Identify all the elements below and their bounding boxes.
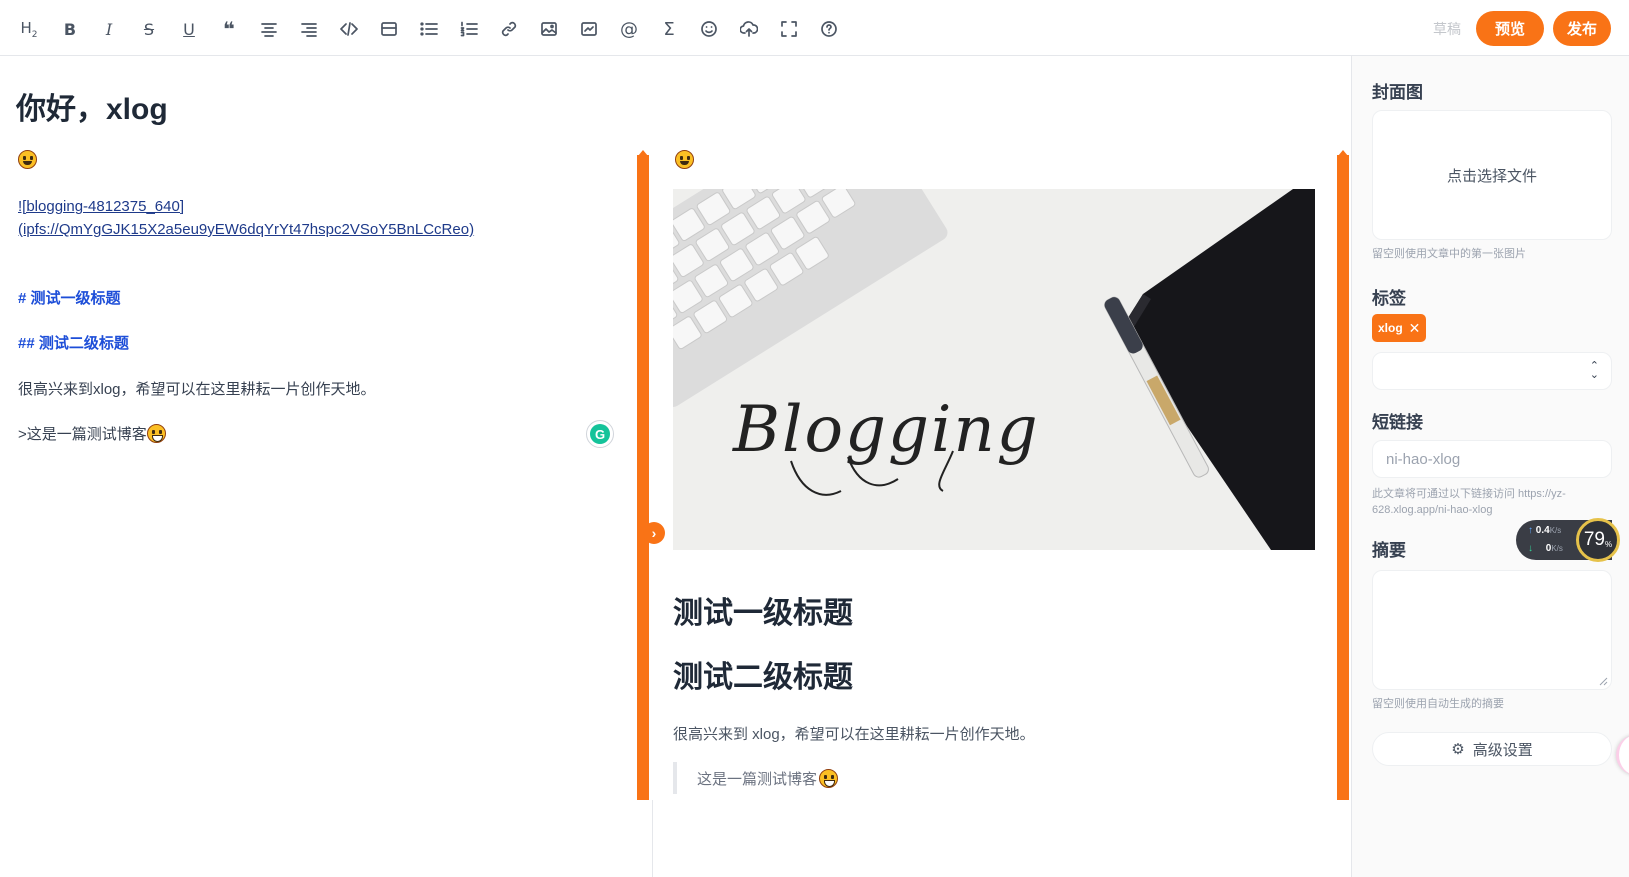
post-settings-sidebar: 封面图 点击选择文件 留空则使用文章中的第一张图片 标签 xlog ✕ ⌃ ⌄ 短… <box>1351 56 1629 877</box>
pane-divider <box>652 800 653 877</box>
align-center-icon[interactable] <box>254 14 284 44</box>
slug-label: 短链接 <box>1372 413 1423 432</box>
underline-icon[interactable]: U <box>174 14 204 44</box>
cover-upload[interactable]: 点击选择文件 <box>1372 110 1612 240</box>
grinning-emoji <box>819 768 839 788</box>
grammarly-icon: G <box>590 424 610 444</box>
draft-status: 草稿 <box>1433 21 1461 37</box>
post-title-input[interactable]: 你好，xlog <box>16 84 168 128</box>
help-icon[interactable] <box>814 14 844 44</box>
cover-placeholder: 点击选择文件 <box>1446 167 1537 185</box>
preview-emoji <box>675 150 694 170</box>
tag-select[interactable]: ⌃ ⌄ <box>1372 352 1612 390</box>
grinning-emoji <box>675 150 694 169</box>
excerpt-label: 摘要 <box>1372 541 1406 560</box>
chevron-right-icon: › <box>651 525 657 541</box>
grinning-emoji <box>18 150 37 169</box>
align-right-icon[interactable] <box>294 14 324 44</box>
excerpt-textarea[interactable] <box>1372 570 1612 690</box>
preview-scrollbar[interactable] <box>1337 155 1349 800</box>
preview-h1: 测试一级标题 <box>673 597 853 630</box>
image-icon[interactable] <box>534 14 564 44</box>
md-h2-line: ## 测试二级标题 <box>18 335 129 352</box>
preview-hero-image: Blogging <box>673 189 1315 550</box>
close-icon[interactable]: ✕ <box>1409 320 1421 337</box>
quote-icon[interactable]: ❝ <box>214 14 244 44</box>
md-h1-line: # 测试一级标题 <box>18 290 121 307</box>
bold-icon[interactable]: B <box>55 14 85 44</box>
excerpt-hint: 留空则使用自动生成的摘要 <box>1372 698 1504 710</box>
strikethrough-icon[interactable]: S <box>134 14 164 44</box>
tags-label: 标签 <box>1372 289 1406 308</box>
emoji-icon[interactable] <box>694 14 724 44</box>
math-icon[interactable]: Σ <box>654 14 684 44</box>
ordered-list-icon[interactable] <box>454 14 484 44</box>
gear-icon: ⚙ <box>1451 741 1465 758</box>
md-image-url: (ipfs://QmYgGJK15X2a5eu9yEW6dqYrYt47hspc… <box>18 221 475 238</box>
slug-hint: 此文章将可通过以下链接访问 https://yz- 628.xlog.app/n… <box>1372 486 1566 518</box>
slug-input[interactable]: ni-hao-xlog <box>1372 440 1612 478</box>
collapse-preview-button[interactable]: › <box>643 522 665 544</box>
italic-icon[interactable]: I <box>94 14 124 44</box>
tag-chip: xlog ✕ <box>1372 314 1427 342</box>
fullscreen-icon[interactable] <box>774 14 804 44</box>
upload-value: 0.4 <box>1535 525 1550 536</box>
md-paragraph-line: 很高兴来到xlog，希望可以在这里耕耘一片创作天地。 <box>18 381 376 398</box>
upload-unit: K/s <box>1549 526 1562 535</box>
slug-placeholder: ni-hao-xlog <box>1386 450 1461 468</box>
link-icon[interactable] <box>494 14 524 44</box>
bullet-list-icon[interactable] <box>414 14 444 44</box>
editor-scrollbar[interactable] <box>637 155 649 800</box>
upload-arrow-icon: ↑ <box>1528 525 1533 536</box>
md-quote-line: >这是一篇测试博客 <box>18 423 166 444</box>
editor-toolbar: H2 B I S U ❝ @ Σ 草稿 预览 发布 <box>0 0 1629 56</box>
md-image-line: ![blogging-4812375_640] <box>18 198 184 215</box>
advanced-settings-button[interactable]: ⚙ 高级设置 <box>1372 732 1612 766</box>
md-emoji-line <box>18 150 37 169</box>
mention-icon[interactable]: @ <box>614 14 644 44</box>
publish-button[interactable]: 发布 <box>1553 11 1611 46</box>
slug-hint-line2: 628.xlog.app/ni-hao-xlog <box>1372 504 1493 516</box>
download-unit: K/s <box>1551 544 1563 553</box>
tag-chip-label: xlog <box>1378 321 1403 335</box>
hero-script-text: Blogging <box>732 393 1040 467</box>
preview-h2: 测试二级标题 <box>673 661 853 694</box>
preview-blockquote: 这是一篇测试博客 <box>673 762 839 794</box>
md-quote-text: >这是一篇测试博客 <box>18 426 147 443</box>
advanced-settings-label: 高级设置 <box>1472 741 1533 759</box>
upload-icon[interactable] <box>734 14 764 44</box>
embed-icon[interactable] <box>574 14 604 44</box>
download-speed: ↓ 0K/s <box>1528 543 1563 554</box>
slug-hint-line1: 此文章将可通过以下链接访问 https://yz- <box>1372 488 1566 500</box>
download-arrow-icon: ↓ <box>1528 543 1533 554</box>
cpu-percent: 79 <box>1583 529 1605 550</box>
preview-paragraph: 很高兴来到 xlog，希望可以在这里耕耘一片创作天地。 <box>673 726 1035 743</box>
preview-quote-text: 这是一篇测试博客 <box>697 770 818 788</box>
network-speed-widget[interactable]: ↑ 0.4K/s ↓ 0K/s 79% <box>1516 518 1629 562</box>
cpu-percent-unit: % <box>1605 539 1613 549</box>
upload-speed: ↑ 0.4K/s <box>1528 525 1561 536</box>
heading-icon[interactable]: H2 <box>14 14 44 44</box>
select-arrows-icon: ⌃ ⌄ <box>1589 360 1599 381</box>
cover-hint: 留空则使用文章中的第一张图片 <box>1372 248 1526 260</box>
resize-handle-icon[interactable] <box>1599 677 1608 686</box>
cpu-gauge: 79% <box>1576 518 1620 562</box>
code-icon[interactable] <box>334 14 364 44</box>
preview-button[interactable]: 预览 <box>1476 11 1544 46</box>
grinning-emoji <box>146 424 166 443</box>
cover-label: 封面图 <box>1372 83 1423 102</box>
code-block-icon[interactable] <box>374 14 404 44</box>
grammarly-button[interactable]: G <box>586 420 614 448</box>
download-value: 0 <box>1545 543 1552 554</box>
